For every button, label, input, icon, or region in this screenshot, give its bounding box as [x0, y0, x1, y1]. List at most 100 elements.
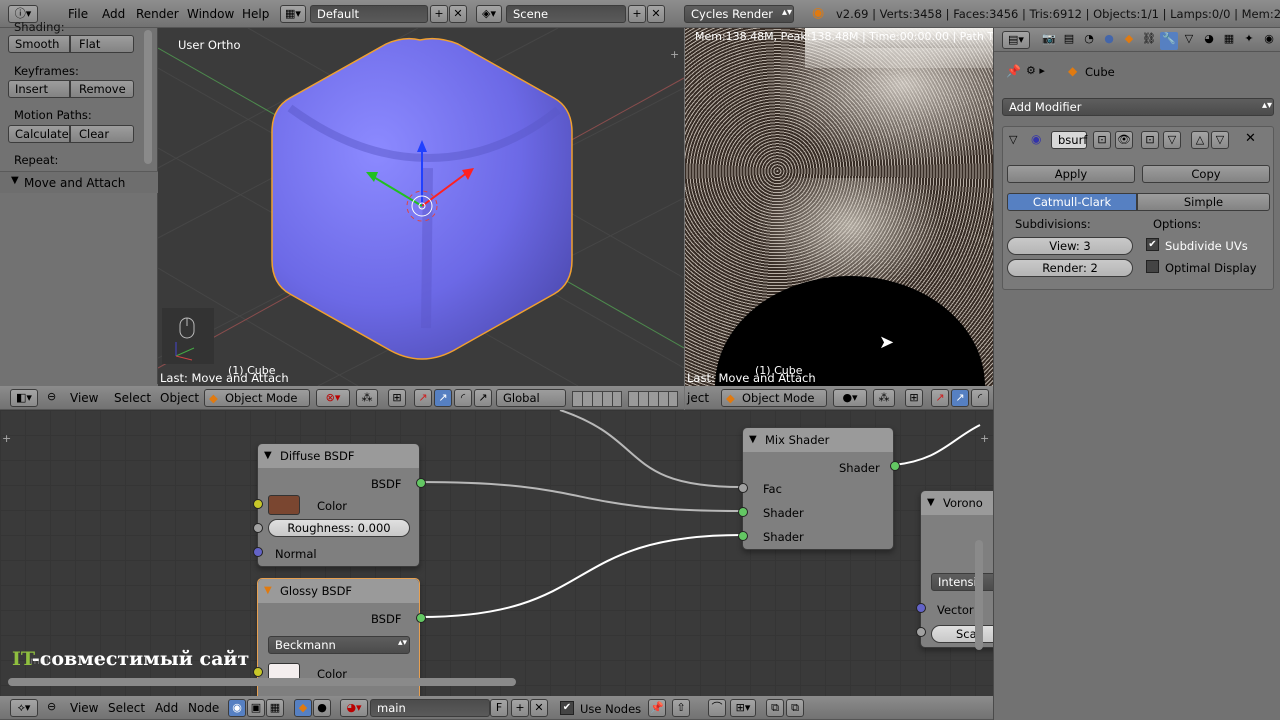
normal-socket[interactable] — [253, 547, 263, 557]
render-pivot-icon[interactable]: ⁂ — [873, 389, 895, 407]
optimal-display-checkbox[interactable] — [1146, 260, 1159, 273]
add-modifier-select[interactable]: Add Modifier — [1002, 98, 1274, 116]
menu-window[interactable]: Window — [181, 5, 240, 23]
node-pin-icon[interactable]: 📌 — [648, 699, 666, 717]
toolshelf-scrollbar[interactable] — [144, 30, 152, 164]
clear-button[interactable]: Clear — [70, 125, 134, 143]
layers-tab-icon[interactable]: ▤ — [1060, 32, 1078, 50]
remove-modifier-icon[interactable]: ✕ — [1245, 131, 1256, 146]
catmull-clark-button[interactable]: Catmull-Clark — [1007, 193, 1137, 211]
diffuse-color-socket[interactable] — [253, 499, 263, 509]
distribution-select[interactable]: Beckmann — [268, 636, 410, 654]
render-mode-select[interactable]: ◆ Object Mode — [721, 389, 827, 407]
node-menu-add[interactable]: Add — [149, 699, 184, 717]
diffuse-bsdf-output-socket[interactable] — [416, 478, 426, 488]
node-menu-node[interactable]: Node — [182, 699, 225, 717]
cage-toggle-icon[interactable]: ▽ — [1163, 131, 1181, 149]
scale-field[interactable]: Scal — [931, 625, 993, 643]
render-levels-field[interactable]: Render: 2 — [1007, 259, 1133, 277]
copy-nodes-icon[interactable]: ⧉ — [766, 699, 784, 717]
insert-keyframe-button[interactable]: Insert — [8, 80, 70, 98]
layout-add-icon[interactable]: + — [430, 5, 448, 23]
node-editor-type-icon[interactable]: ⟡▾ — [10, 699, 38, 717]
menu-file[interactable]: File — [62, 5, 94, 23]
manipulator-rotate-icon[interactable]: ◜ — [454, 389, 472, 407]
node-editor[interactable]: ▼ Diffuse BSDF BSDF Color Roughness: 0.00… — [0, 410, 993, 696]
render-menu-object[interactable]: ject — [685, 389, 715, 407]
apply-button[interactable]: Apply — [1007, 165, 1135, 183]
render-tab-icon[interactable]: 📷 — [1040, 32, 1058, 50]
node-editor-vscrollbar[interactable] — [975, 540, 983, 650]
snap-element-icon[interactable]: ⊞▾ — [730, 699, 756, 717]
scene-field[interactable]: Scene — [506, 5, 626, 23]
layout-field[interactable]: Default — [310, 5, 428, 23]
manipulator-move-icon[interactable]: ↗ — [434, 389, 452, 407]
scene-remove-icon[interactable]: ✕ — [647, 5, 665, 23]
render-move-icon[interactable]: ↗ — [951, 389, 969, 407]
texture-tree-icon[interactable]: ▦ — [266, 699, 284, 717]
calculate-button[interactable]: Calculate — [8, 125, 70, 143]
viewport-3d[interactable]: User Ortho (1) Cube Last: Move and Attac… — [158, 28, 684, 386]
widget-icon[interactable]: ⊞ — [388, 389, 406, 407]
node-collapse-icon[interactable]: ▼ — [264, 444, 272, 468]
render-widget-icon[interactable]: ⊞ — [905, 389, 923, 407]
mode-select[interactable]: ◆ Object Mode — [204, 389, 310, 407]
mix-shader-node[interactable]: ▼ Mix Shader Shader Fac Shader Shader — [738, 427, 900, 550]
paste-nodes-icon[interactable]: ⧉ — [786, 699, 804, 717]
layer-buttons[interactable] — [572, 391, 622, 407]
node-menu-view[interactable]: View — [64, 699, 104, 717]
copy-button[interactable]: Copy — [1142, 165, 1270, 183]
editor-type-3d-icon[interactable]: ◧▾ — [10, 389, 38, 407]
area-split-plus-icon[interactable]: + — [670, 48, 679, 61]
constraints-tab-icon[interactable]: ⛓ — [1140, 32, 1158, 50]
viewport-shading-icon[interactable]: ⊗▾ — [316, 389, 350, 407]
modifier-collapse-icon[interactable]: ▽ — [1009, 133, 1017, 146]
object-shader-icon[interactable]: ◆ — [294, 699, 312, 717]
mix-output-socket[interactable] — [890, 461, 900, 471]
render-toggle-icon[interactable]: ⊡ — [1093, 131, 1111, 149]
menu-render[interactable]: Render — [130, 5, 185, 23]
world-tab-icon[interactable]: ● — [1100, 32, 1118, 50]
scene-add-icon[interactable]: + — [628, 5, 646, 23]
menu-help[interactable]: Help — [236, 5, 275, 23]
area-split-plus-icon-2[interactable]: + — [980, 432, 989, 445]
glossy-bsdf-output-socket[interactable] — [416, 613, 426, 623]
mix-shader-input-2-socket[interactable] — [738, 531, 748, 541]
scene-tab-icon[interactable]: ◔ — [1080, 32, 1098, 50]
texture-tab-icon[interactable]: ▦ — [1220, 32, 1238, 50]
manipulator-scale-icon[interactable]: ↗ — [474, 389, 492, 407]
view-levels-field[interactable]: View: 3 — [1007, 237, 1133, 255]
object-tab-icon[interactable]: ◆ — [1120, 32, 1138, 50]
node-collapse-icon-2[interactable]: ▼ — [264, 579, 272, 603]
menu-add[interactable]: Add — [96, 5, 131, 23]
editmode-toggle-icon[interactable]: ⊡ — [1141, 131, 1159, 149]
properties-editor-icon[interactable]: ▤▾ — [1002, 31, 1030, 49]
fake-user-button[interactable]: F — [490, 699, 508, 717]
layer-buttons-2[interactable] — [628, 391, 678, 407]
layout-remove-icon[interactable]: ✕ — [449, 5, 467, 23]
pin-icon[interactable]: 📌 — [1006, 64, 1021, 78]
properties-tabs[interactable]: 📷 ▤ ◔ ● ◆ ⛓ 🔧 ▽ ◕ ▦ ✦ ◉ — [1040, 32, 1280, 50]
material-add-icon[interactable]: + — [511, 699, 529, 717]
menu-view[interactable]: View — [64, 389, 104, 407]
mix-shader-input-1-socket[interactable] — [738, 507, 748, 517]
material-browse-icon[interactable]: ◕▾ — [340, 699, 368, 717]
move-up-icon[interactable]: △ — [1191, 131, 1209, 149]
area-split-plus-icon-3[interactable]: + — [2, 432, 11, 445]
node-collapse-icon-4[interactable]: ▼ — [927, 491, 935, 515]
vector-socket[interactable] — [916, 603, 926, 613]
diffuse-color-swatch[interactable] — [268, 495, 300, 515]
smooth-button[interactable]: Smooth — [8, 35, 70, 53]
render-engine-select[interactable]: Cycles Render — [684, 5, 794, 23]
physics-tab-icon[interactable]: ◉ — [1260, 32, 1278, 50]
menu-select[interactable]: Select — [108, 389, 157, 407]
operator-panel-header[interactable]: ▼ Move and Attach — [0, 171, 158, 193]
material-remove-icon[interactable]: ✕ — [530, 699, 548, 717]
remove-keyframe-button[interactable]: Remove — [70, 80, 134, 98]
rendered-viewport[interactable]: Mem:138.48M, Peak:138.48M | Time:00:00.0… — [685, 28, 993, 386]
world-shader-icon[interactable]: ● — [313, 699, 331, 717]
modifier-name-field[interactable]: bsurf — [1051, 131, 1087, 149]
particles-tab-icon[interactable]: ✦ — [1240, 32, 1258, 50]
menu-object[interactable]: Object — [154, 389, 205, 407]
node-collapse-menu-icon[interactable]: ⊖ — [47, 700, 56, 713]
